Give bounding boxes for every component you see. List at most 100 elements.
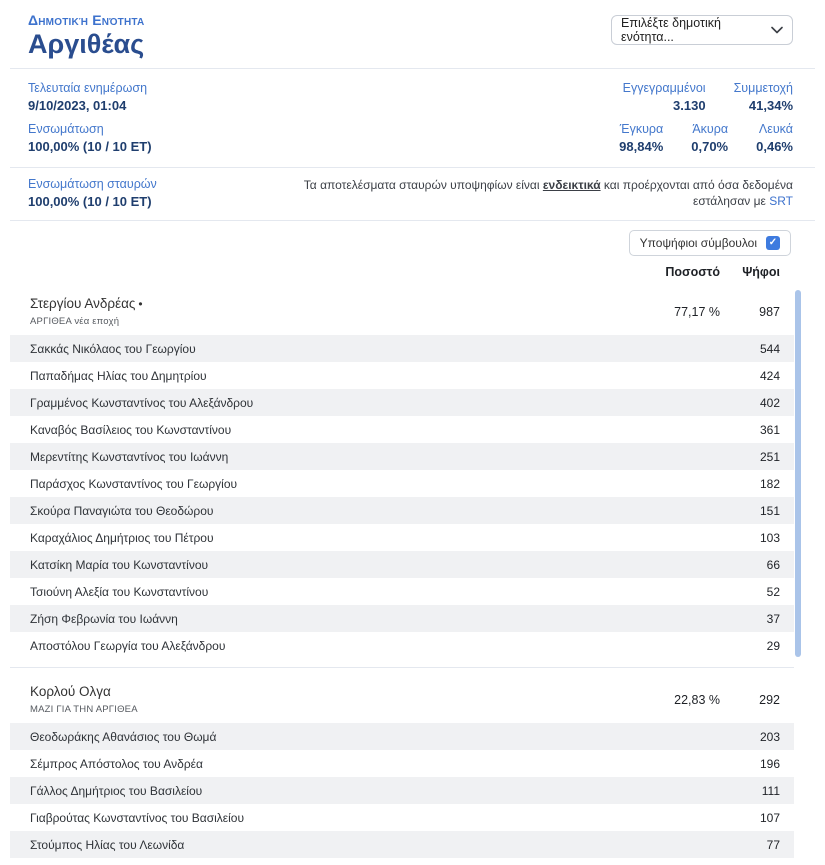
registered-stat: Εγγεγραμμένοι 3.130 — [623, 81, 706, 113]
candidate-row: Καναβός Βασίλειος του Κωνσταντίνου 361 — [10, 416, 794, 443]
candidate-name: Στούμπος Ηλίας του Λεωνίδα — [30, 838, 630, 852]
registered-value: 3.130 — [623, 98, 706, 113]
blank-value: 0,46% — [756, 139, 793, 154]
candidate-name: Γάλλος Δημήτριος του Βασιλείου — [30, 784, 630, 798]
valid-stat: Έγκυρα 98,84% — [619, 122, 663, 154]
note-prefix: Τα αποτελέσματα σταυρών υποψηφίων είναι — [304, 178, 543, 192]
candidate-votes: 29 — [720, 639, 780, 653]
candidate-row: Τσιούνη Αλεξία του Κωνσταντίνου52 — [10, 578, 794, 605]
candidate-name: Τσιούνη Αλεξία του Κωνσταντίνου — [30, 585, 630, 599]
leader-votes: 987 — [720, 305, 780, 319]
integration-label: Ενσωμάτωση — [28, 122, 152, 136]
party-name: ΑΡΓΙΘΕΑ νέα εποχή — [30, 316, 630, 327]
candidate-name: Καναβός Βασίλειος του Κωνσταντίνου — [30, 423, 630, 437]
leader-cell: Στεργίου Ανδρέας• ΑΡΓΙΘΕΑ νέα εποχή — [30, 296, 630, 327]
vertical-scrollbar-thumb[interactable] — [795, 290, 801, 657]
crosses-panel: Ενσωμάτωση σταυρών 100,00% (10 / 10 ΕΤ) … — [0, 168, 825, 220]
select-placeholder: Επιλέξτε δημοτική ενότητα... — [621, 16, 771, 44]
valid-value: 98,84% — [619, 139, 663, 154]
integration-stat: Ενσωμάτωση 100,00% (10 / 10 ΕΤ) — [28, 122, 152, 154]
invalid-label: Άκυρα — [691, 122, 728, 136]
blank-stat: Λευκά 0,46% — [756, 122, 793, 154]
candidate-row: Μερεντίτης Κωνσταντίνος του Ιωάννη 251 — [10, 443, 794, 470]
registered-label: Εγγεγραμμένοι — [623, 81, 706, 95]
candidate-row: Αποστόλου Γεωργία του Αλεξάνδρου 29 — [10, 632, 794, 659]
stats-right: Εγγεγραμμένοι 3.130 Συμμετοχή 41,34% Έγκ… — [619, 81, 793, 154]
candidate-votes: 251 — [720, 450, 780, 464]
municipal-unit-select[interactable]: Επιλέξτε δημοτική ενότητα... — [611, 15, 793, 45]
candidate-name: Ζήση Φεβρωνία του Ιωάννη — [30, 612, 630, 626]
stats-left: Τελευταία ενημέρωση 9/10/2023, 01:04 Ενσ… — [28, 81, 152, 154]
valid-label: Έγκυρα — [619, 122, 663, 136]
candidate-name: Γιαβρούτας Κωνσταντίνος του Βασιλείου — [30, 811, 630, 825]
candidate-name: Γραμμένος Κωνσταντίνος του Αλεξάνδρου — [30, 396, 630, 410]
candidate-name: Αποστόλου Γεωργία του Αλεξάνδρου — [30, 639, 630, 653]
candidate-row: Κατσίκη Μαρία του Κωνσταντίνου66 — [10, 551, 794, 578]
candidates-toggle[interactable]: Υποψήφιοι σύμβουλοι ✓ — [629, 230, 791, 256]
candidate-row: Καραχάλιος Δημήτριος του Πέτρου 103 — [10, 524, 794, 551]
candidate-name: Σακκάς Νικόλαος του Γεωργίου — [30, 342, 630, 356]
page-header: Δημοτική Ενότητα Αργιθέας Επιλέξτε δημοτ… — [0, 0, 825, 68]
participation-stat: Συμμετοχή 41,34% — [734, 81, 793, 113]
party-name: ΜΑΖΙ ΓΙΑ ΤΗΝ ΑΡΓΙΘΕΑ — [30, 704, 630, 715]
candidate-votes: 544 — [720, 342, 780, 356]
candidate-row: Σκούρα Παναγιώτα του Θεοδώρου151 — [10, 497, 794, 524]
leader-name: Στεργίου Ανδρέας• — [30, 296, 630, 311]
candidate-row: Γιαβρούτας Κωνσταντίνος του Βασιλείου 107 — [10, 804, 794, 831]
participation-label: Συμμετοχή — [734, 81, 793, 95]
party-section: Κορλού ΟλγαΜΑΖΙ ΓΙΑ ΤΗΝ ΑΡΓΙΘΕΑ22,83 %29… — [10, 676, 794, 865]
party-section: Στεργίου Ανδρέας• ΑΡΓΙΘΕΑ νέα εποχή77,17 … — [10, 288, 794, 659]
invalid-value: 0,70% — [691, 139, 728, 154]
candidate-name: Μερεντίτης Κωνσταντίνος του Ιωάννη — [30, 450, 630, 464]
candidate-row: Θεοδωράκης Αθανάσιος του Θωμά203 — [10, 723, 794, 750]
leader-percent: 77,17 % — [630, 305, 720, 319]
candidate-votes: 203 — [720, 730, 780, 744]
leader-votes: 292 — [720, 693, 780, 707]
toolbar: Υποψήφιοι σύμβουλοι ✓ — [0, 221, 825, 261]
stats-row-2: Έγκυρα 98,84% Άκυρα 0,70% Λευκά 0,46% — [619, 122, 793, 154]
results-table: Ποσοστό Ψήφοι Στεργίου Ανδρέας• ΑΡΓΙΘΕΑ ν… — [10, 261, 794, 865]
candidate-votes: 361 — [720, 423, 780, 437]
last-update-stat: Τελευταία ενημέρωση 9/10/2023, 01:04 — [28, 81, 152, 113]
candidate-votes: 37 — [720, 612, 780, 626]
candidates-toggle-label: Υποψήφιοι σύμβουλοι — [640, 236, 757, 250]
candidate-name: Κατσίκη Μαρία του Κωνσταντίνου — [30, 558, 630, 572]
candidate-votes: 196 — [720, 757, 780, 771]
crosses-value: 100,00% (10 / 10 ΕΤ) — [28, 194, 157, 209]
candidate-votes: 111 — [720, 784, 780, 798]
municipal-unit-kicker: Δημοτική Ενότητα — [28, 12, 144, 28]
candidate-votes: 424 — [720, 369, 780, 383]
candidate-votes: 107 — [720, 811, 780, 825]
leader-row: Στεργίου Ανδρέας• ΑΡΓΙΘΕΑ νέα εποχή77,17 … — [10, 288, 794, 335]
candidate-name: Παράσχος Κωνσταντίνος του Γεωργίου — [30, 477, 630, 491]
table-header: Ποσοστό Ψήφοι — [10, 261, 794, 288]
srt-link[interactable]: SRT — [769, 194, 793, 208]
candidate-name: Καραχάλιος Δημήτριος του Πέτρου — [30, 531, 630, 545]
candidate-row: Στούμπος Ηλίας του Λεωνίδα 77 — [10, 831, 794, 858]
candidate-votes: 402 — [720, 396, 780, 410]
stats-row-1: Εγγεγραμμένοι 3.130 Συμμετοχή 41,34% — [623, 81, 793, 113]
leader-row: Κορλού ΟλγαΜΑΖΙ ΓΙΑ ΤΗΝ ΑΡΓΙΘΕΑ22,83 %29… — [10, 676, 794, 723]
party-sections: Στεργίου Ανδρέας• ΑΡΓΙΘΕΑ νέα εποχή77,17 … — [10, 288, 794, 865]
candidate-votes: 103 — [720, 531, 780, 545]
last-update-value: 9/10/2023, 01:04 — [28, 98, 152, 113]
stats-panel: Τελευταία ενημέρωση 9/10/2023, 01:04 Ενσ… — [0, 69, 825, 167]
candidate-votes: 77 — [720, 838, 780, 852]
candidate-row: Κοταβέ Ελένη του Ηλία44 — [10, 858, 794, 865]
candidate-row: Ζήση Φεβρωνία του Ιωάννη 37 — [10, 605, 794, 632]
note-emphasis: ενδεικτικά — [543, 178, 601, 192]
votes-header: Ψήφοι — [720, 265, 780, 279]
crosses-stat: Ενσωμάτωση σταυρών 100,00% (10 / 10 ΕΤ) — [28, 177, 157, 209]
leader-name: Κορλού Ολγα — [30, 684, 630, 699]
title-block: Δημοτική Ενότητα Αργιθέας — [28, 12, 144, 60]
candidates-checkbox[interactable]: ✓ — [766, 236, 780, 250]
candidate-row: Γραμμένος Κωνσταντίνος του Αλεξάνδρου 402 — [10, 389, 794, 416]
candidate-row: Παπαδήμας Ηλίας του Δημητρίου424 — [10, 362, 794, 389]
chevron-down-icon — [771, 23, 783, 37]
candidate-row: Σακκάς Νικόλαος του Γεωργίου 544 — [10, 335, 794, 362]
blank-label: Λευκά — [756, 122, 793, 136]
candidate-votes: 182 — [720, 477, 780, 491]
invalid-stat: Άκυρα 0,70% — [691, 122, 728, 154]
elected-marker: • — [138, 297, 142, 311]
candidate-name: Σέμπρος Απόστολος του Ανδρέα — [30, 757, 630, 771]
